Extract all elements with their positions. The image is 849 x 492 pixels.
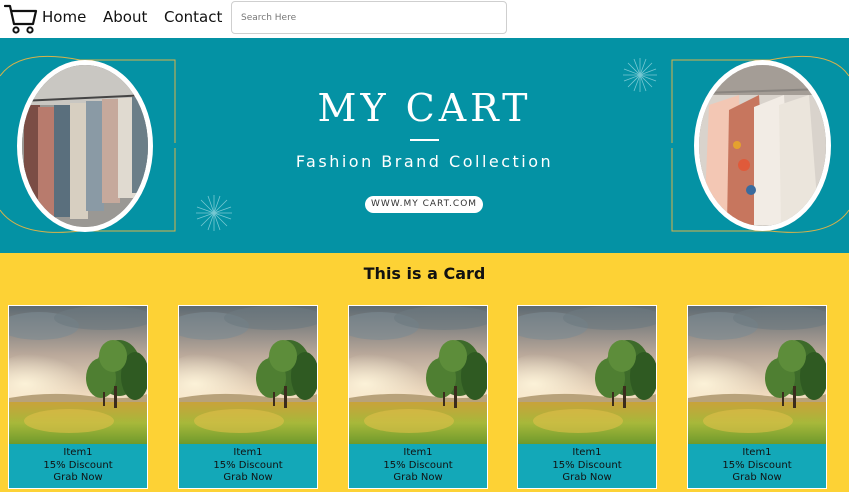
card-item-name: Item1 xyxy=(403,447,433,458)
product-card[interactable]: Item1 15% Discount Grab Now xyxy=(517,305,657,489)
card-body: Item1 15% Discount Grab Now xyxy=(349,444,487,485)
card-item-name: Item1 xyxy=(233,447,263,458)
section-title: This is a Card xyxy=(363,264,486,283)
nav-about-link[interactable]: About xyxy=(103,8,147,26)
navbar: Home About Contact xyxy=(0,0,849,38)
card-discount: 15% Discount xyxy=(552,459,622,471)
card-body: Item1 15% Discount Grab Now xyxy=(518,444,656,485)
banner-title: MY CART xyxy=(317,86,532,130)
nav-home-link[interactable]: Home xyxy=(42,8,86,26)
card-discount: 15% Discount xyxy=(213,459,283,471)
card-cta[interactable]: Grab Now xyxy=(179,472,317,485)
search-input[interactable] xyxy=(231,1,507,34)
nav-contact-link[interactable]: Contact xyxy=(164,8,222,26)
banner-divider xyxy=(410,139,439,141)
card-item-name: Item1 xyxy=(63,447,93,458)
landscape-image xyxy=(688,306,826,444)
card-discount: 15% Discount xyxy=(43,459,113,471)
banner-url-badge: WWW.MY CART.COM xyxy=(365,196,483,213)
card-item-name: Item1 xyxy=(742,447,772,458)
card-body: Item1 15% Discount Grab Now xyxy=(9,444,147,485)
product-card[interactable]: Item1 15% Discount Grab Now xyxy=(178,305,318,489)
card-discount: 15% Discount xyxy=(722,459,792,471)
card-cta[interactable]: Grab Now xyxy=(688,472,826,485)
card-discount: 15% Discount xyxy=(383,459,453,471)
product-card[interactable]: Item1 15% Discount Grab Now xyxy=(348,305,488,489)
product-card[interactable]: Item1 15% Discount Grab Now xyxy=(8,305,148,489)
shopping-cart-icon[interactable] xyxy=(4,3,38,35)
card-cta[interactable]: Grab Now xyxy=(518,472,656,485)
card-body: Item1 15% Discount Grab Now xyxy=(688,444,826,485)
landscape-image xyxy=(179,306,317,444)
banner-subtitle: Fashion Brand Collection xyxy=(295,152,554,171)
card-section: This is a Card Item1 15% Discount Grab N… xyxy=(0,253,849,492)
hero-banner: MY CART Fashion Brand Collection WWW.MY … xyxy=(0,38,849,253)
landscape-image xyxy=(349,306,487,444)
card-body: Item1 15% Discount Grab Now xyxy=(179,444,317,485)
card-cta[interactable]: Grab Now xyxy=(9,472,147,485)
landscape-image xyxy=(9,306,147,444)
product-card[interactable]: Item1 15% Discount Grab Now xyxy=(687,305,827,489)
landscape-image xyxy=(518,306,656,444)
card-item-name: Item1 xyxy=(572,447,602,458)
card-cta[interactable]: Grab Now xyxy=(349,472,487,485)
